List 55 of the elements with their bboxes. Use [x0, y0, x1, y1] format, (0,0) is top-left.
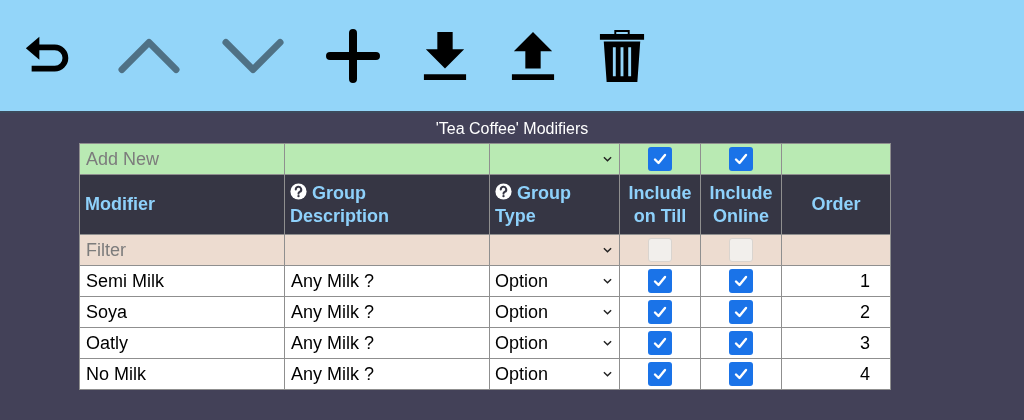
table-cell: Any Milk ? [291, 363, 375, 384]
caret-icon [603, 247, 612, 253]
column-header[interactable]: Include on Till [625, 181, 695, 228]
table-cell: 2 [860, 301, 870, 322]
dropdown[interactable]: Option [490, 266, 619, 296]
dropdown[interactable]: Option [490, 297, 619, 327]
table-cell: 4 [860, 363, 870, 384]
checkbox[interactable] [648, 331, 672, 355]
help-icon[interactable] [290, 182, 307, 200]
plus-icon[interactable] [326, 28, 380, 83]
column-header[interactable]: Modifier [85, 193, 155, 216]
table-title: 'Tea Coffee' Modifiers [435, 119, 589, 139]
check-icon [652, 335, 668, 351]
table-cell: 3 [860, 332, 870, 353]
check-icon [652, 151, 668, 167]
table-cell: No Milk [86, 363, 146, 384]
caret-icon [603, 371, 612, 377]
check-icon [652, 366, 668, 382]
checkbox[interactable] [729, 269, 753, 293]
checkbox[interactable] [648, 238, 672, 262]
check-icon [733, 151, 749, 167]
table-cell: Soya [86, 301, 128, 322]
trash-icon[interactable] [598, 27, 646, 84]
caret-icon [603, 340, 612, 346]
checkbox[interactable] [648, 300, 672, 324]
column-header[interactable]: Include Online [706, 181, 776, 228]
checkbox[interactable] [648, 147, 672, 171]
column-header[interactable]: Group Type [495, 181, 614, 228]
caret-icon [603, 156, 612, 162]
table-cell: Any Milk ? [291, 301, 375, 322]
check-icon [733, 335, 749, 351]
dropdown[interactable]: Option [490, 359, 619, 389]
checkbox[interactable] [729, 238, 753, 262]
table-cell: Any Milk ? [291, 270, 375, 291]
caret-icon [603, 309, 612, 315]
table-cell: Oatly [86, 332, 128, 353]
table-cell: 1 [860, 270, 870, 291]
caret-icon [603, 278, 612, 284]
dropdown[interactable]: Option [490, 328, 619, 358]
table-cell: Semi Milk [86, 270, 164, 291]
help-icon[interactable] [495, 182, 512, 200]
check-icon [733, 366, 749, 382]
check-icon [652, 273, 668, 289]
checkbox[interactable] [648, 362, 672, 386]
checkbox[interactable] [729, 331, 753, 355]
column-header[interactable]: Group Description [290, 181, 415, 228]
table-cell: Any Milk ? [291, 332, 375, 353]
column-header[interactable]: Order [811, 193, 861, 216]
check-icon [733, 273, 749, 289]
check-icon [652, 304, 668, 320]
checkbox[interactable] [729, 362, 753, 386]
checkbox[interactable] [729, 147, 753, 171]
check-icon [733, 304, 749, 320]
checkbox[interactable] [729, 300, 753, 324]
checkbox[interactable] [648, 269, 672, 293]
